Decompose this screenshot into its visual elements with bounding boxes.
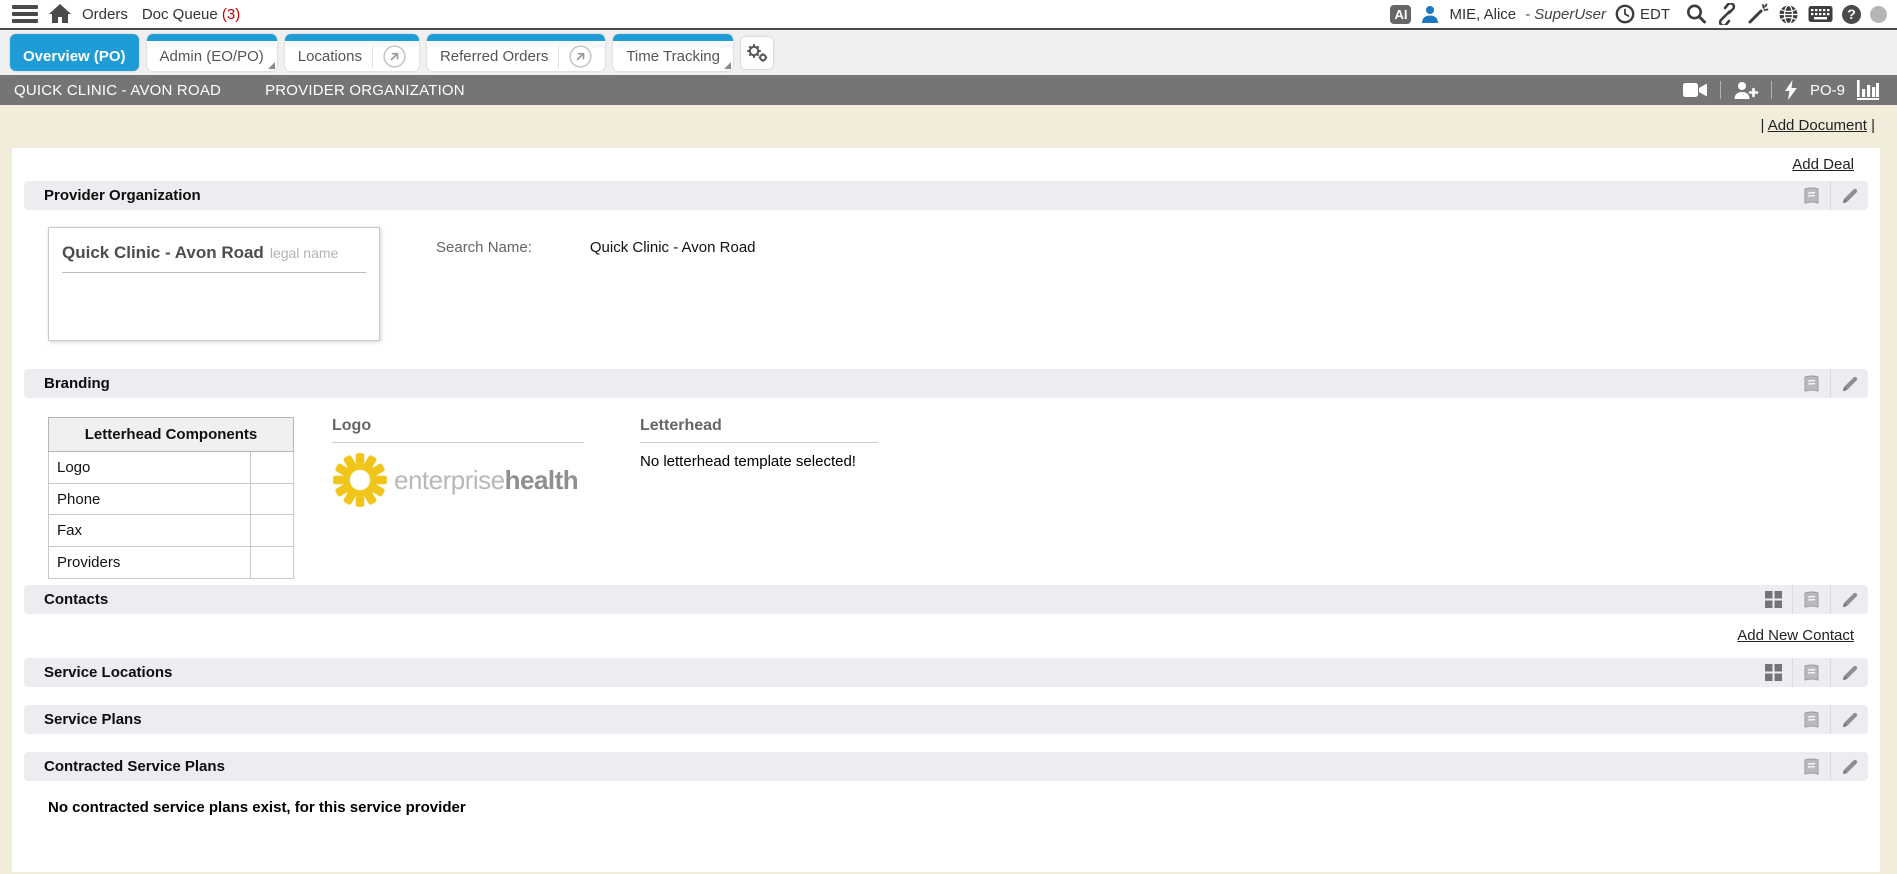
home-icon[interactable] (48, 3, 72, 25)
section-title: Contracted Service Plans (44, 758, 225, 775)
tab-menu-fold-icon (724, 62, 731, 69)
record-context-label: PROVIDER ORGANIZATION (265, 82, 465, 99)
external-link-icon[interactable] (372, 45, 406, 68)
tab-time-tracking[interactable]: Time Tracking (613, 34, 733, 71)
section-title: Contacts (44, 591, 108, 608)
globe-icon[interactable] (1778, 4, 1799, 25)
add-new-contact-link[interactable]: Add New Contact (1737, 627, 1854, 644)
logo-heading: Logo (332, 417, 584, 443)
edit-pencil-icon[interactable] (1830, 585, 1868, 614)
user-role: - SuperUser (1525, 6, 1606, 23)
letterhead-empty-text: No letterhead template selected! (640, 453, 878, 470)
tab-settings-button[interactable] (741, 37, 773, 69)
user-icon[interactable] (1420, 4, 1440, 24)
table-row[interactable]: Fax (49, 515, 294, 547)
page-body: | Add Document | Add Deal Provider Organ… (0, 105, 1897, 872)
grid-view-icon[interactable] (1754, 658, 1792, 687)
notes-book-icon[interactable] (1792, 585, 1830, 614)
logo-column: Logo (332, 417, 584, 579)
ai-badge[interactable]: AI (1390, 5, 1411, 24)
section-branding: Branding (24, 369, 1868, 398)
user-name: MIE, Alice (1449, 6, 1516, 23)
tab-overview-po[interactable]: Overview (PO) (10, 34, 139, 71)
provider-organization-content: Quick Clinic - Avon Road legal name Searc… (24, 210, 1868, 369)
section-service-locations: Service Locations (24, 658, 1868, 687)
table-row[interactable]: Providers (49, 547, 294, 579)
external-link-icon[interactable] (558, 45, 592, 68)
notes-book-icon[interactable] (1792, 181, 1830, 210)
add-document-link[interactable]: Add Document (1768, 117, 1867, 134)
edit-pencil-icon[interactable] (1830, 752, 1868, 781)
letterhead-components-table: Letterhead Components Logo Phone Fax Pro… (48, 417, 294, 579)
tab-bar: Overview (PO) Admin (EO/PO) Locations Re… (0, 30, 1897, 75)
legal-name-card[interactable]: Quick Clinic - Avon Road legal name (48, 227, 380, 341)
branding-content: Letterhead Components Logo Phone Fax Pro… (24, 398, 1868, 585)
divider (1771, 81, 1772, 99)
wand-icon[interactable] (1747, 3, 1769, 25)
edit-pencil-icon[interactable] (1830, 369, 1868, 398)
video-camera-icon[interactable] (1682, 81, 1708, 99)
sunflower-logo-icon (332, 451, 388, 509)
menu-icon[interactable] (12, 5, 38, 23)
tab-referred-orders[interactable]: Referred Orders (427, 34, 605, 71)
search-icon[interactable] (1685, 3, 1707, 25)
status-circle-icon[interactable] (1870, 6, 1887, 23)
legal-name-placeholder: legal name (270, 245, 339, 261)
add-deal-link[interactable]: Add Deal (1792, 156, 1854, 173)
keyboard-icon[interactable] (1808, 5, 1833, 23)
section-title: Service Locations (44, 664, 172, 681)
table-row[interactable]: Logo (49, 451, 294, 483)
section-contacts: Contacts (24, 585, 1868, 614)
edit-pencil-icon[interactable] (1830, 181, 1868, 210)
enterprise-health-logo: enterprisehealth (332, 451, 584, 509)
notes-book-icon[interactable] (1792, 658, 1830, 687)
tab-menu-fold-icon (268, 62, 275, 69)
notes-book-icon[interactable] (1792, 752, 1830, 781)
add-new-contact-row: Add New Contact (24, 614, 1868, 658)
search-name-value: Quick Clinic - Avon Road (590, 239, 756, 341)
table-row[interactable]: Phone (49, 483, 294, 515)
top-bar: Orders Doc Queue (3) AI MIE, Alice - Sup… (0, 0, 1897, 30)
nav-doc-queue[interactable]: Doc Queue (3) (142, 6, 240, 23)
nav-orders[interactable]: Orders (82, 6, 128, 23)
section-title: Branding (44, 375, 110, 392)
section-provider-organization: Provider Organization (24, 181, 1868, 210)
record-code: PO-9 (1810, 82, 1845, 99)
search-name-label: Search Name: (436, 239, 532, 341)
brand-enterprise-text: enterprise (394, 465, 505, 496)
bar-chart-icon[interactable] (1857, 80, 1879, 100)
record-title-bar: QUICK CLINIC - AVON ROAD PROVIDER ORGANI… (0, 75, 1897, 105)
add-deal-row: Add Deal (24, 154, 1868, 181)
grid-view-icon[interactable] (1754, 585, 1792, 614)
edit-pencil-icon[interactable] (1830, 705, 1868, 734)
timezone-label: EDT (1640, 6, 1670, 23)
section-title: Service Plans (44, 711, 142, 728)
tab-locations[interactable]: Locations (285, 34, 419, 71)
edit-pencil-icon[interactable] (1830, 658, 1868, 687)
letterhead-components-header: Letterhead Components (49, 418, 294, 452)
add-document-row: | Add Document | (0, 105, 1897, 144)
legal-name-value: Quick Clinic - Avon Road (62, 243, 264, 262)
quick-action-lightning-icon[interactable] (1784, 80, 1798, 100)
divider (1720, 81, 1721, 99)
link-icon[interactable] (1716, 3, 1738, 25)
record-entity-name: QUICK CLINIC - AVON ROAD (14, 82, 221, 99)
section-contracted-service-plans: Contracted Service Plans (24, 752, 1868, 781)
help-icon[interactable]: ? (1842, 5, 1861, 24)
doc-queue-count: (3) (222, 6, 240, 23)
brand-health-text: health (505, 465, 579, 496)
add-person-icon[interactable] (1733, 80, 1759, 100)
notes-book-icon[interactable] (1792, 369, 1830, 398)
notes-book-icon[interactable] (1792, 705, 1830, 734)
letterhead-heading: Letterhead (640, 417, 878, 443)
section-service-plans: Service Plans (24, 705, 1868, 734)
content-card: Add Deal Provider Organization Quick Cli… (12, 148, 1880, 872)
clock-icon[interactable] (1615, 4, 1635, 24)
contracted-plans-empty-text: No contracted service plans exist, for t… (24, 781, 1868, 816)
tab-admin-eo-po[interactable]: Admin (EO/PO) (147, 34, 277, 71)
letterhead-column: Letterhead No letterhead template select… (640, 417, 878, 579)
section-title: Provider Organization (44, 187, 201, 204)
search-name-row: Search Name: Quick Clinic - Avon Road (436, 239, 756, 341)
